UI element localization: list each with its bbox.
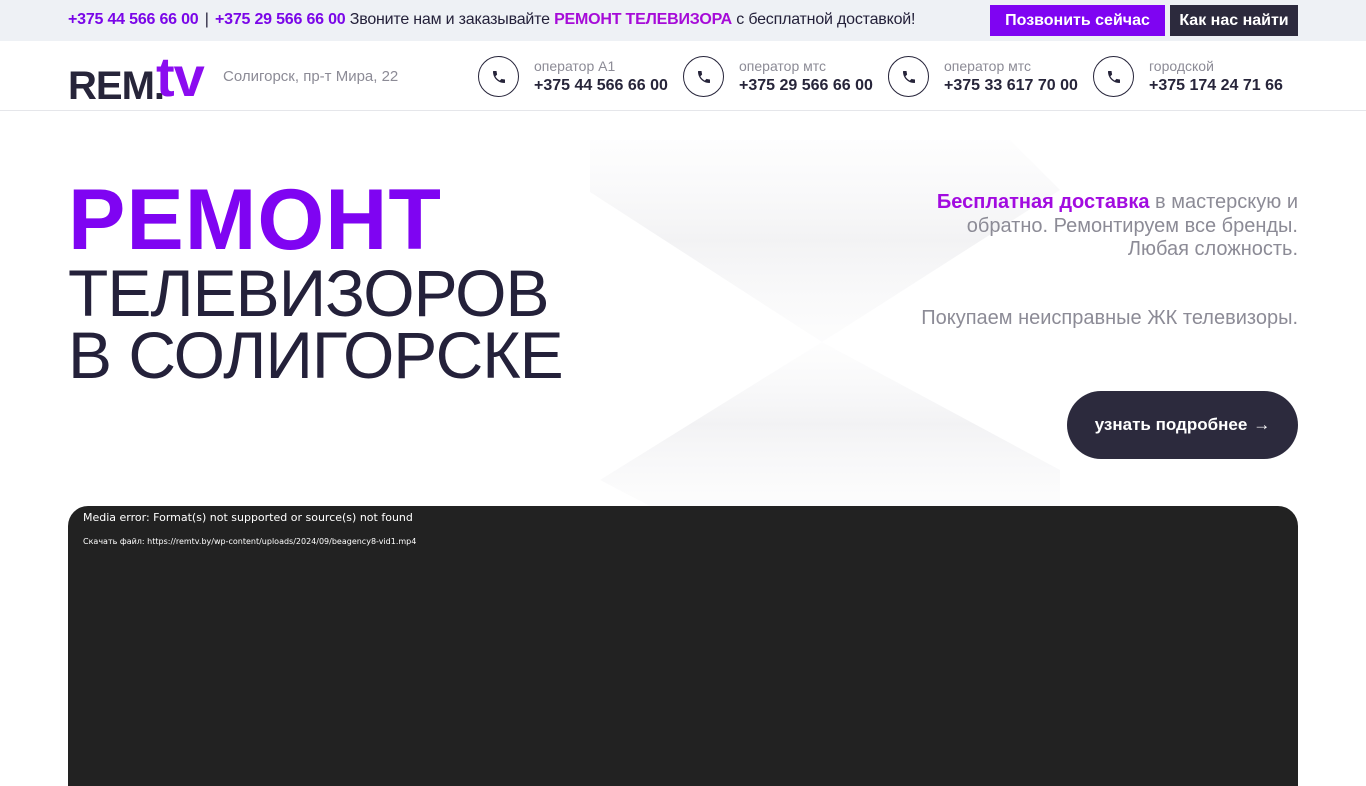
- phone-icon[interactable]: [683, 56, 724, 97]
- top-phone-link-2[interactable]: +375 29 566 66 00: [215, 11, 346, 28]
- phone-icon[interactable]: [478, 56, 519, 97]
- phone-icon[interactable]: [888, 56, 929, 97]
- top-phone-separator: |: [204, 11, 209, 28]
- hero-title: РЕМОНТ ТЕЛЕВИЗОРОВ В СОЛИГОРСКЕ: [68, 172, 564, 392]
- hero-buy-text: Покупаем неисправные ЖК телевизоры.: [921, 307, 1298, 329]
- top-text-after: с бесплатной доставкой!: [736, 11, 916, 28]
- contact-number[interactable]: +375 29 566 66 00: [739, 77, 873, 95]
- top-bar: +375 44 566 66 00 | +375 29 566 66 00 Зв…: [0, 0, 1366, 41]
- find-us-button[interactable]: Как нас найти: [1170, 5, 1298, 36]
- hero-title-line-1: РЕМОНТ: [68, 172, 442, 268]
- video-player[interactable]: Media error: Format(s) not supported or …: [68, 506, 1298, 786]
- contact-label: городской: [1149, 58, 1214, 74]
- logo-rem-text: REM.: [68, 64, 165, 108]
- logo-tv-text: tv: [156, 45, 205, 108]
- address-text: Солигорск, пр-т Мира, 22: [223, 68, 399, 85]
- video-download-link[interactable]: Скачать файл: https://remtv.by/wp-conten…: [83, 537, 416, 546]
- contact-label: оператор А1: [534, 58, 616, 74]
- phone-icon[interactable]: [1093, 56, 1134, 97]
- contact-label: оператор мтс: [739, 58, 827, 74]
- site-logo[interactable]: REM. tv: [68, 45, 228, 108]
- contact-number[interactable]: +375 44 566 66 00: [534, 77, 668, 95]
- learn-more-label: узнать подробнее: [1094, 415, 1248, 434]
- hero-delivery-text: Бесплатная доставка в мастерскую и обрат…: [918, 191, 1298, 262]
- contact-label: оператор мтс: [944, 58, 1032, 74]
- hero-title-line-2: ТЕЛЕВИЗОРОВ: [68, 256, 550, 330]
- delivery-accent: Бесплатная доставка: [936, 191, 1150, 213]
- top-bar-message: +375 44 566 66 00 | +375 29 566 66 00 Зв…: [68, 10, 915, 30]
- top-text-highlight: РЕМОНТ ТЕЛЕВИЗОРА: [554, 11, 733, 28]
- arrow-right-icon: →: [1253, 415, 1271, 434]
- top-text-before: Звоните нам и заказывайте: [349, 11, 550, 28]
- contact-number[interactable]: +375 33 617 70 00: [944, 77, 1078, 95]
- call-now-button[interactable]: Позвонить сейчас: [990, 5, 1165, 36]
- top-phone-link-1[interactable]: +375 44 566 66 00: [68, 11, 199, 28]
- video-error-message: Media error: Format(s) not supported or …: [83, 511, 413, 524]
- hero-title-line-3: В СОЛИГОРСКЕ: [68, 318, 564, 392]
- learn-more-button[interactable]: узнать подробнее →: [1067, 391, 1298, 459]
- brands-text: Ремонтируем все бренды. Любая сложность.: [1053, 214, 1298, 261]
- contact-number[interactable]: +375 174 24 71 66: [1149, 77, 1283, 95]
- site-header: REM. tv Солигорск, пр-т Мира, 22 операто…: [0, 41, 1366, 111]
